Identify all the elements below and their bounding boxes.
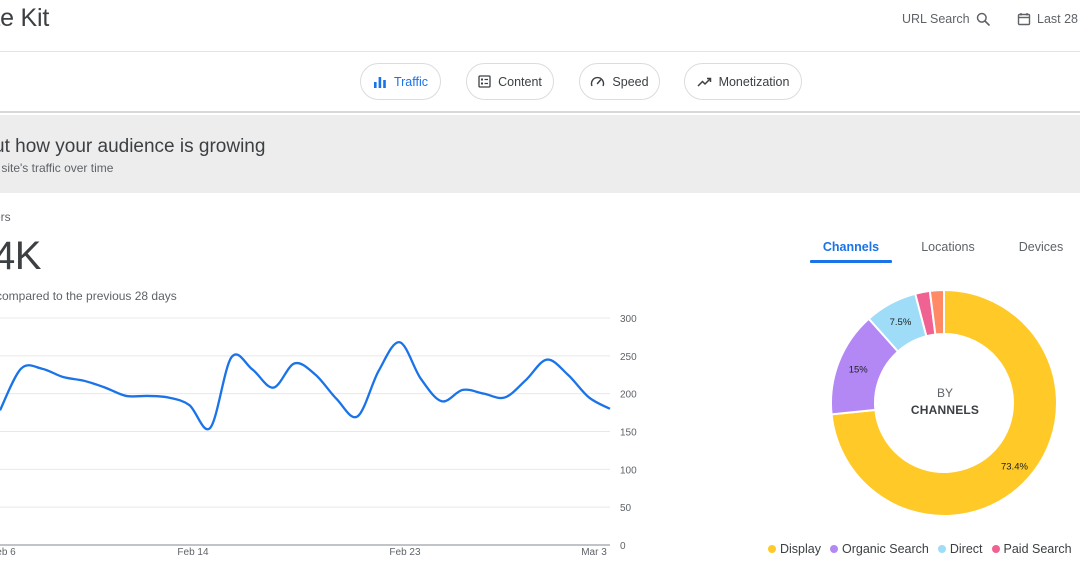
legend-label: Paid Search bbox=[1003, 542, 1072, 556]
legend-label: Direct bbox=[949, 542, 983, 556]
bar-chart-icon bbox=[373, 76, 386, 88]
legend-dot bbox=[937, 545, 946, 553]
trending-up-icon bbox=[697, 77, 711, 87]
search-icon bbox=[976, 12, 990, 26]
tab-locations[interactable]: Locations bbox=[910, 240, 986, 254]
traffic-line-chart: 0 50 100 150 200 250 300 eb 6 Feb 14 Feb 23 Mar 3 bbox=[0, 314, 637, 558]
slice-label: 7.5% bbox=[890, 317, 912, 328]
tab-traffic-label: Traffic bbox=[393, 74, 429, 89]
tab-content-label: Content bbox=[498, 74, 542, 89]
legend-item-display[interactable]: Display bbox=[768, 542, 821, 556]
metric-compare-text: compared to the previous 28 days bbox=[0, 289, 177, 303]
legend-item-paid-search[interactable]: Paid Search bbox=[991, 542, 1072, 556]
legend-label: Organic Search bbox=[842, 542, 929, 556]
tab-monetization-label: Monetization bbox=[718, 74, 790, 89]
tab-monetization[interactable]: Monetization bbox=[684, 63, 802, 100]
y-tick-label: 100 bbox=[620, 465, 637, 476]
donut-center-label-by: BY bbox=[936, 386, 953, 400]
legend-dot bbox=[768, 545, 776, 553]
legend-dot bbox=[830, 545, 838, 553]
legend-dot bbox=[991, 545, 1000, 553]
metric-value: 4K bbox=[0, 234, 41, 278]
section-banner: ut how your audience is growing r site's… bbox=[0, 115, 1080, 193]
section-title: ut how your audience is growing bbox=[0, 136, 266, 157]
active-tab-indicator bbox=[810, 260, 892, 263]
donut-center-label-channels: CHANNELS bbox=[910, 403, 980, 417]
tab-speed-label: Speed bbox=[612, 74, 649, 89]
dashboard-nav: Traffic Content Speed Monetization bbox=[0, 53, 1080, 113]
x-tick-label: Feb 23 bbox=[389, 547, 421, 558]
y-tick-label: 150 bbox=[620, 428, 637, 439]
tab-speed[interactable]: Speed bbox=[579, 63, 660, 100]
top-bar: ite Kit URL Search Last 28 bbox=[0, 0, 1080, 52]
brand-title: ite Kit bbox=[0, 4, 50, 32]
x-tick-label: Mar 3 bbox=[581, 547, 607, 558]
tab-devices[interactable]: Devices bbox=[1010, 240, 1072, 254]
metric-label: ers bbox=[0, 210, 11, 224]
calendar-icon bbox=[1017, 13, 1031, 26]
slice-label: 15% bbox=[849, 365, 869, 376]
tab-traffic[interactable]: Traffic bbox=[360, 63, 441, 100]
content-icon bbox=[478, 75, 491, 88]
legend-item-direct[interactable]: Direct bbox=[937, 542, 983, 556]
y-tick-label: 0 bbox=[620, 541, 626, 552]
x-tick-label: eb 6 bbox=[0, 547, 16, 558]
donut-legend: Display Organic Search Direct Paid Searc… bbox=[768, 542, 1080, 556]
x-tick-label: Feb 14 bbox=[177, 547, 209, 558]
slice-label: 73.4% bbox=[1001, 462, 1028, 473]
date-range-selector[interactable]: Last 28 bbox=[1017, 12, 1078, 26]
tab-channels[interactable]: Channels bbox=[810, 240, 892, 254]
speedometer-icon bbox=[591, 76, 605, 87]
y-tick-label: 50 bbox=[620, 503, 632, 514]
y-tick-label: 250 bbox=[620, 352, 637, 363]
y-tick-label: 300 bbox=[620, 314, 637, 325]
url-search-button[interactable]: URL Search bbox=[902, 12, 990, 26]
legend-label: Display bbox=[780, 542, 821, 556]
url-search-label: URL Search bbox=[902, 12, 970, 26]
date-range-label: Last 28 bbox=[1037, 12, 1079, 26]
series-line bbox=[0, 341, 611, 431]
y-tick-label: 200 bbox=[620, 390, 637, 401]
section-subtitle: r site's traffic over time bbox=[0, 161, 114, 175]
tab-content[interactable]: Content bbox=[466, 63, 554, 100]
legend-item-organic-search[interactable]: Organic Search bbox=[830, 542, 929, 556]
